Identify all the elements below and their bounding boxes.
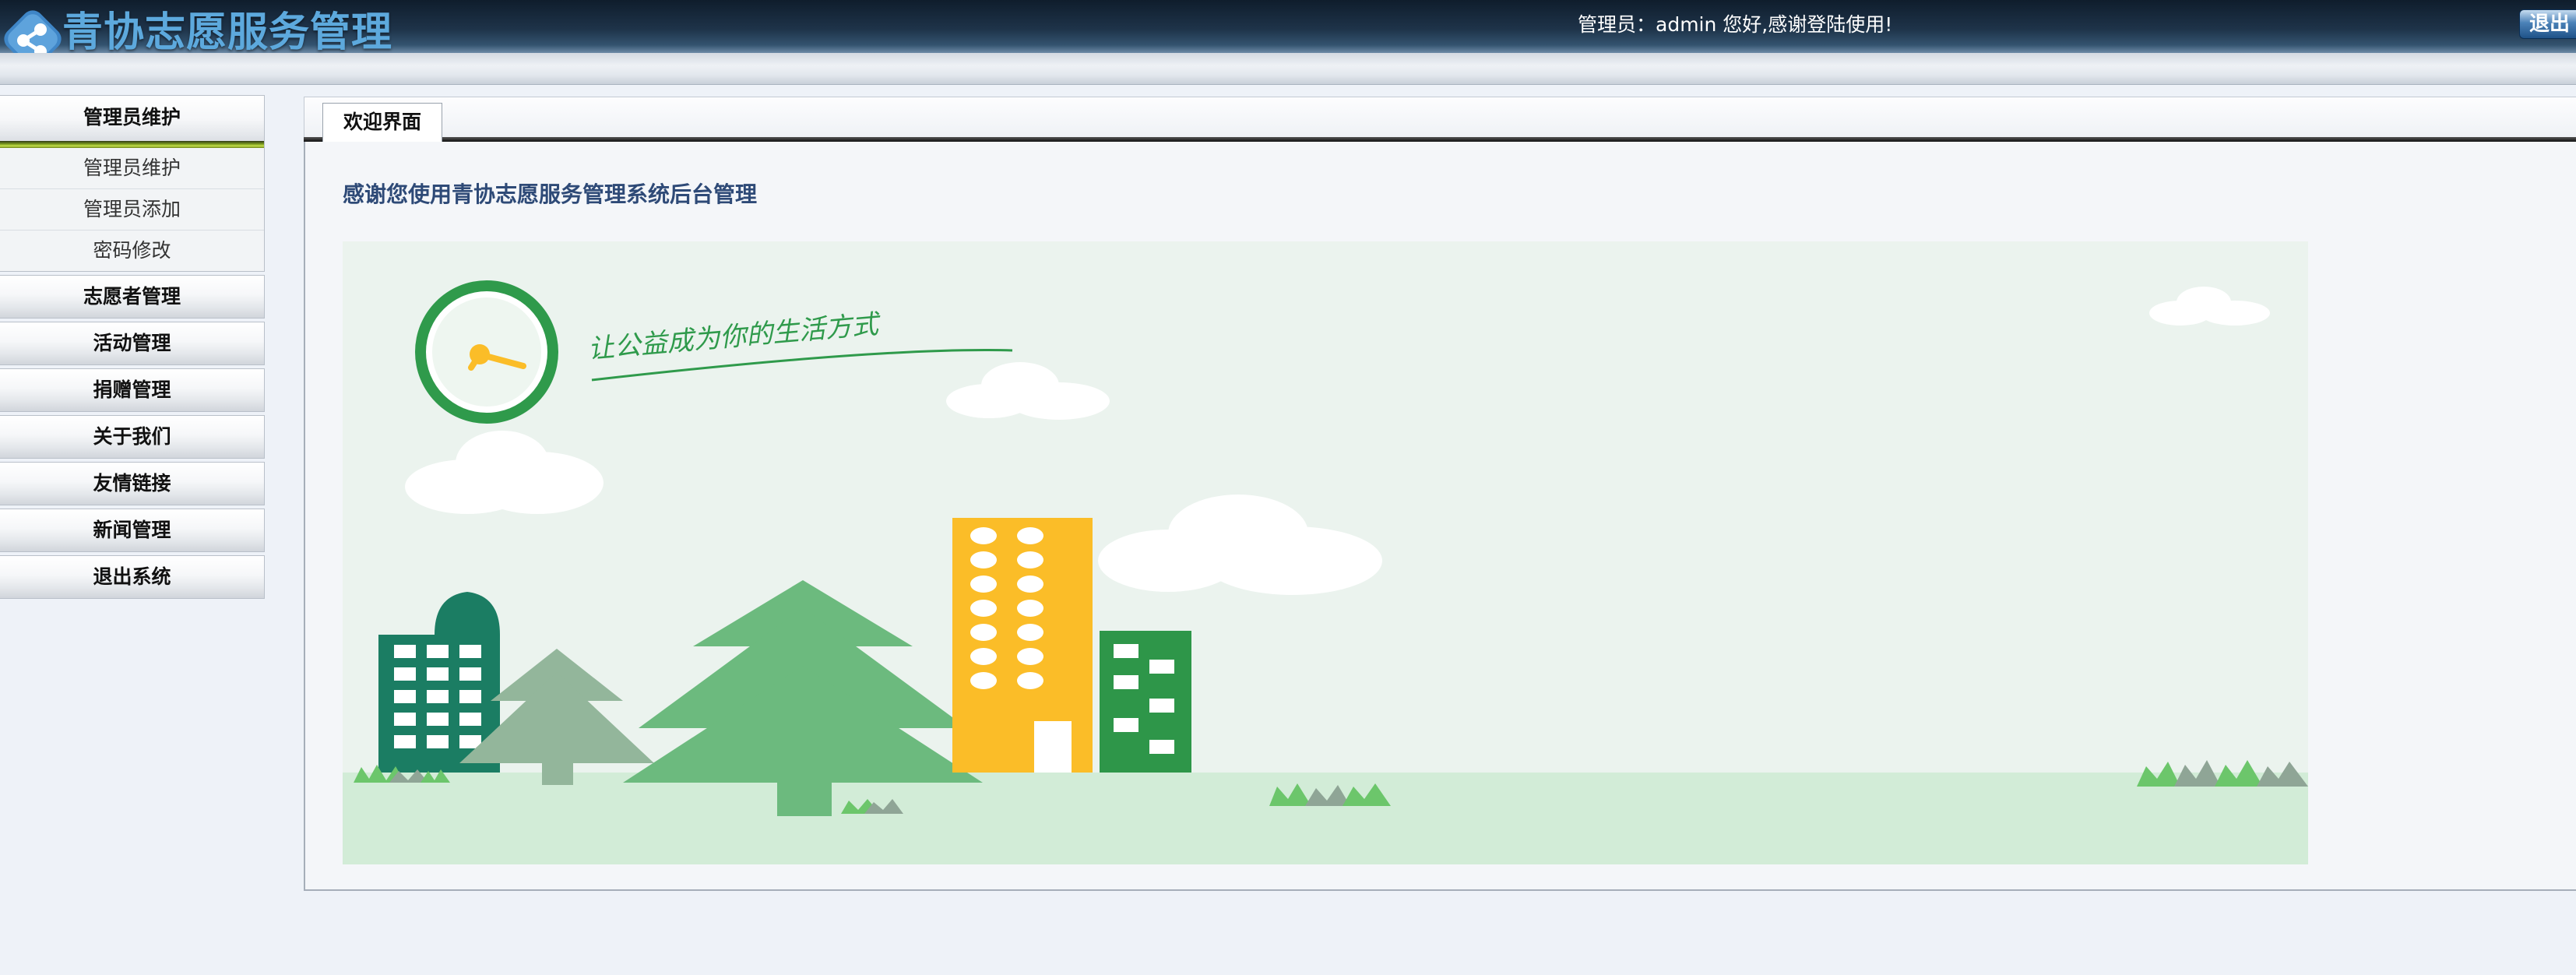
clock-icon <box>415 280 558 424</box>
welcome-panel-body: 感谢您使用青协志愿服务管理系统后台管理 让公益成为你的生活方式 <box>304 142 2576 891</box>
menu-activity-management[interactable]: 活动管理 <box>0 322 265 365</box>
menu-about-us[interactable]: 关于我们 <box>0 415 265 459</box>
top-header: 青协志愿服务管理 管理员：admin 您好,感谢登陆使用! 退出 <box>0 0 2576 68</box>
building-icon <box>1100 631 1191 773</box>
header-subbar <box>0 53 2576 85</box>
logout-button[interactable]: 退出 <box>2519 9 2576 39</box>
building-icon <box>952 518 1093 773</box>
admin-page: 青协志愿服务管理 管理员：admin 您好,感谢登陆使用! 退出 管理员维护 管… <box>0 0 2576 975</box>
submenu-admin-maintenance[interactable]: 管理员维护 <box>0 148 264 189</box>
menu-friend-links[interactable]: 友情链接 <box>0 462 265 505</box>
menu-exit-system[interactable]: 退出系统 <box>0 555 265 599</box>
menu-group-links: 友情链接 <box>0 462 265 505</box>
city-illustration: 让公益成为你的生活方式 <box>343 241 2308 864</box>
sidebar-menu: 管理员维护 管理员维护 管理员添加 密码修改 志愿者管理 活动管理 捐赠管理 关… <box>0 95 265 599</box>
admin-submenu: 管理员维护 管理员添加 密码修改 <box>0 148 265 272</box>
welcome-message: 感谢您使用青协志愿服务管理系统后台管理 <box>343 181 758 207</box>
admin-greeting: 管理员：admin 您好,感谢登陆使用! <box>1578 13 1893 36</box>
menu-donation-management[interactable]: 捐赠管理 <box>0 368 265 412</box>
menu-news-management[interactable]: 新闻管理 <box>0 509 265 552</box>
menu-group-about: 关于我们 <box>0 415 265 459</box>
menu-volunteer-management[interactable]: 志愿者管理 <box>0 275 265 319</box>
tab-strip <box>304 97 2576 140</box>
menu-group-exit: 退出系统 <box>0 555 265 599</box>
illustration-ground <box>343 773 2308 864</box>
submenu-password-change[interactable]: 密码修改 <box>0 231 264 272</box>
menu-group-donations: 捐赠管理 <box>0 368 265 412</box>
menu-admin-maintenance[interactable]: 管理员维护 <box>0 95 265 148</box>
menu-group-volunteers: 志愿者管理 <box>0 275 265 319</box>
tab-welcome[interactable]: 欢迎界面 <box>322 103 442 142</box>
menu-group-news: 新闻管理 <box>0 509 265 552</box>
menu-group-activities: 活动管理 <box>0 322 265 365</box>
submenu-admin-add[interactable]: 管理员添加 <box>0 189 264 231</box>
content-panel: 欢迎界面 感谢您使用青协志愿服务管理系统后台管理 让公益成为你的生活方式 <box>304 97 2576 891</box>
menu-group-admin: 管理员维护 管理员维护 管理员添加 密码修改 <box>0 95 265 272</box>
